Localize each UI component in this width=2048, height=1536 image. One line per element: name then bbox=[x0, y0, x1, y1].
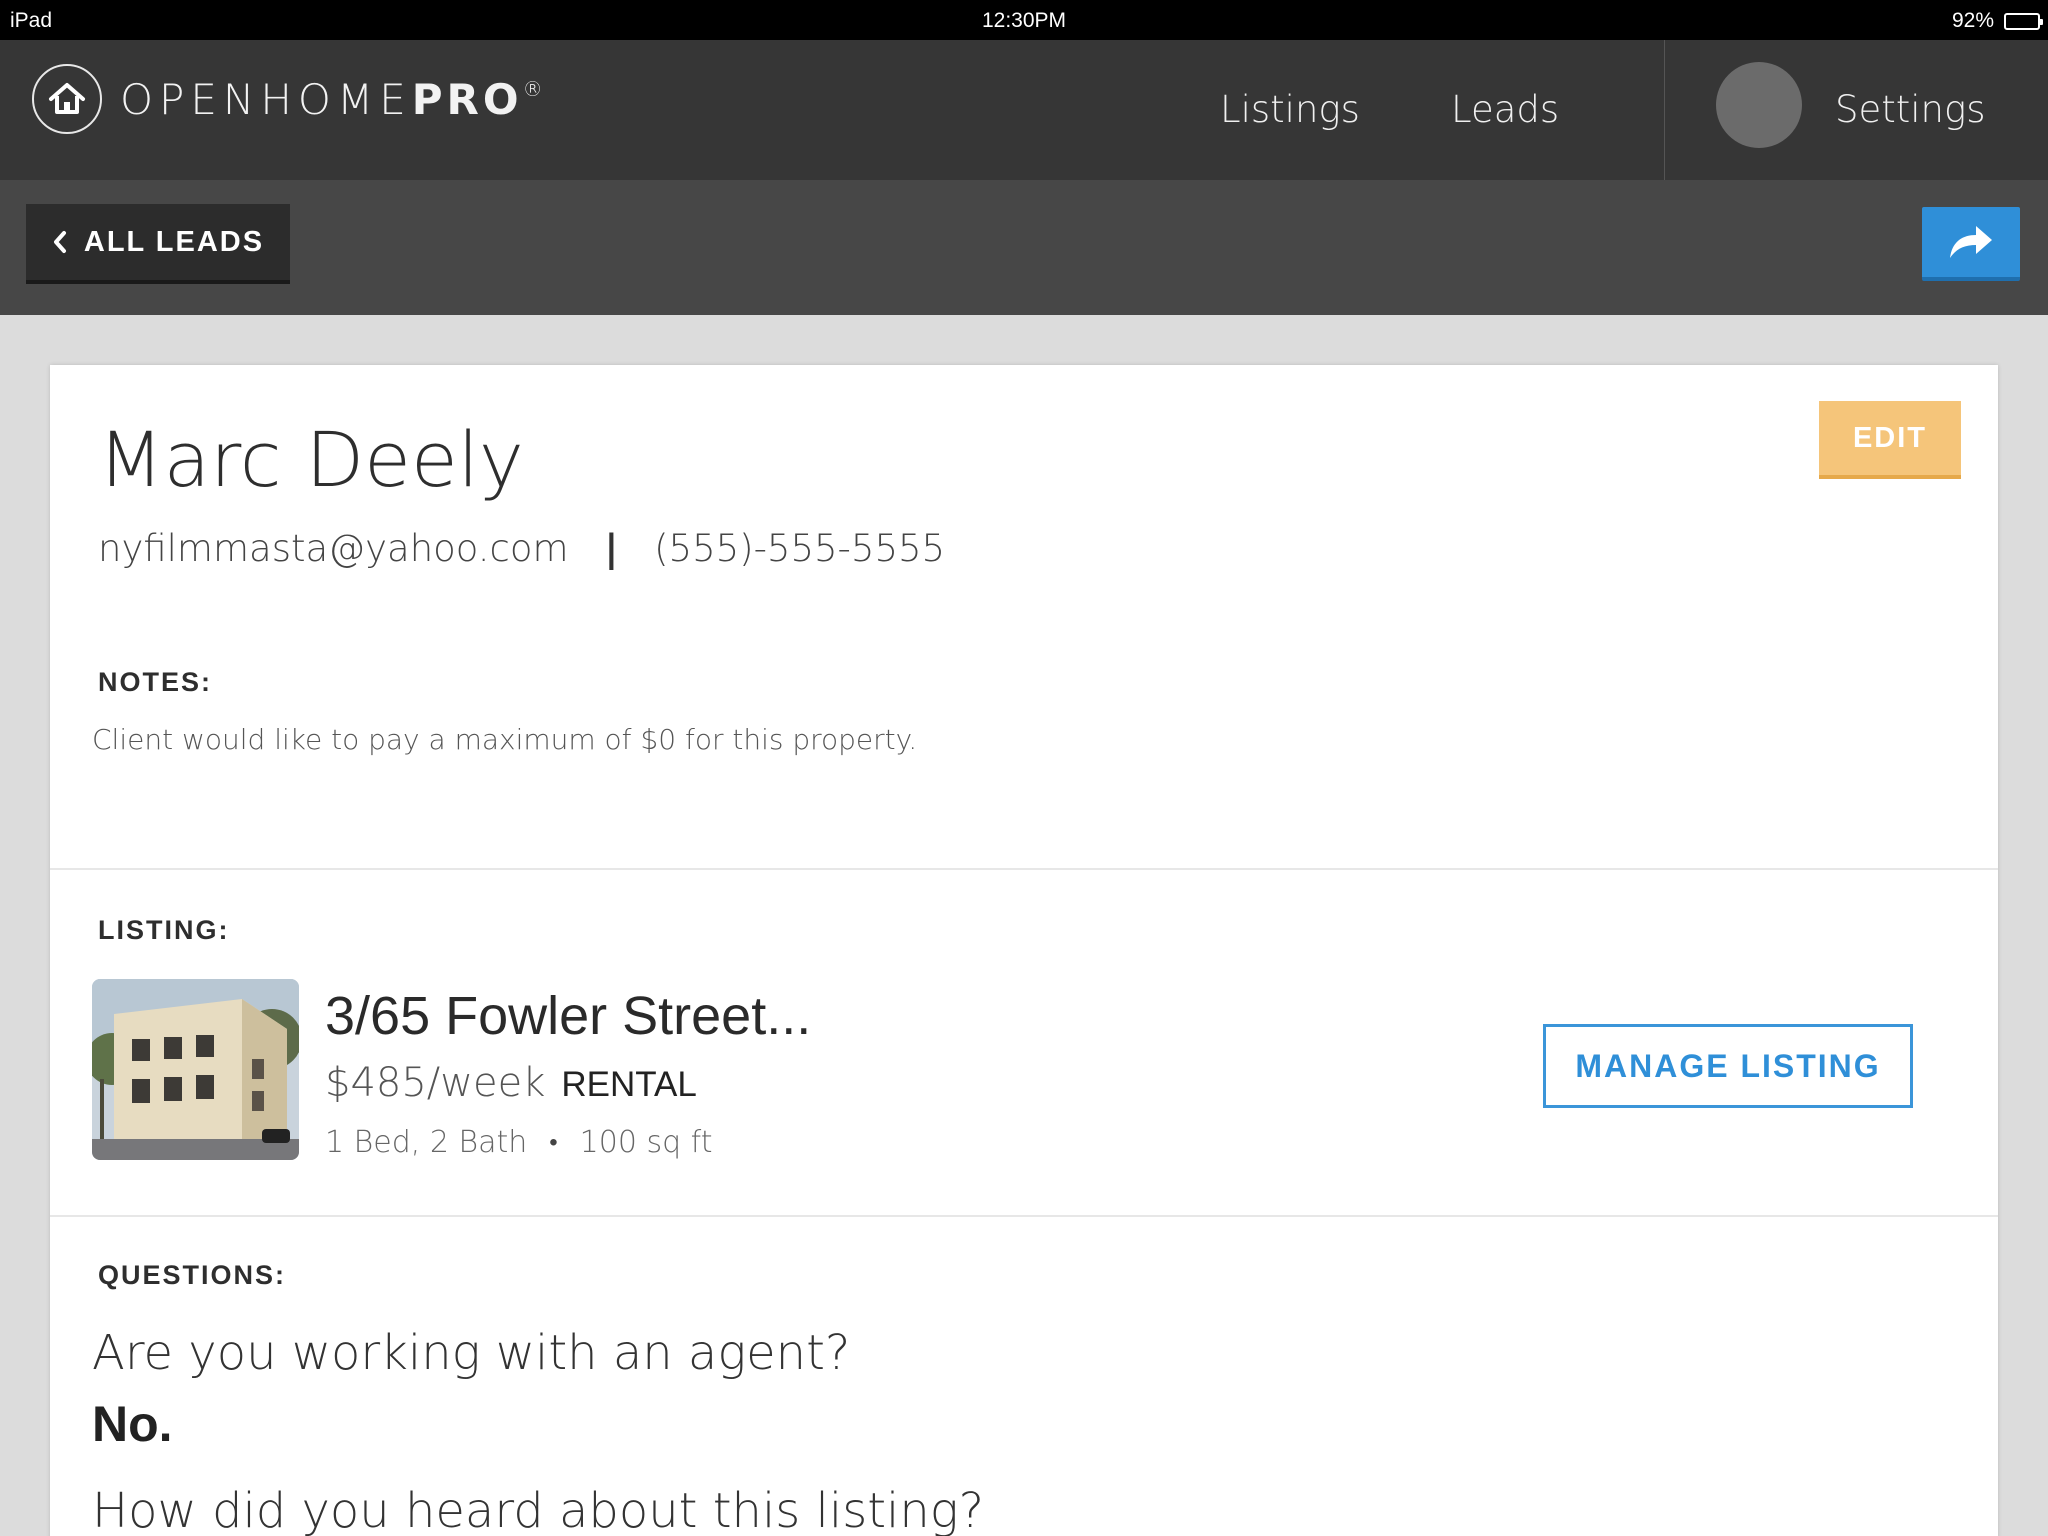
share-arrow-icon bbox=[1950, 226, 1992, 258]
listing-specs: 1 Bed, 2 Bath • 100 sq ft bbox=[325, 1125, 712, 1160]
top-nav-bar: OPENHOMEPRO® Listings Leads Settings bbox=[0, 40, 2048, 180]
edit-button[interactable]: EDIT bbox=[1819, 401, 1961, 479]
notes-text: Client would like to pay a maximum of $0… bbox=[92, 723, 918, 756]
contact-separator: | bbox=[604, 527, 619, 570]
status-bar: iPad 12:30PM 92% bbox=[0, 0, 2048, 40]
chevron-left-icon bbox=[53, 231, 66, 253]
nav-leads[interactable]: Leads bbox=[1451, 88, 1559, 131]
lead-email[interactable]: nyfilmmasta@yahoo.com bbox=[98, 527, 569, 570]
building-photo bbox=[92, 979, 299, 1160]
section-divider bbox=[50, 868, 1998, 870]
all-leads-button[interactable]: ALL LEADS bbox=[26, 204, 290, 284]
logo-text-bold: PRO bbox=[411, 74, 523, 124]
lead-phone[interactable]: (555)-555-5555 bbox=[654, 527, 945, 570]
listing-area: 100 sq ft bbox=[579, 1125, 713, 1160]
battery-indicator: 92% bbox=[1951, 9, 2043, 33]
screen: iPad 12:30PM 92% OPENHOMEPRO® Listings L… bbox=[0, 0, 2048, 1536]
manage-listing-button[interactable]: MANAGE LISTING bbox=[1543, 1024, 1913, 1108]
house-icon bbox=[32, 64, 102, 134]
listing-address[interactable]: 3/65 Fowler Street... bbox=[325, 985, 811, 1047]
app-logo[interactable]: OPENHOMEPRO® bbox=[32, 64, 543, 134]
avatar[interactable] bbox=[1716, 62, 1802, 148]
nav-listings[interactable]: Listings bbox=[1220, 88, 1360, 131]
notes-heading: NOTES: bbox=[98, 667, 213, 697]
logo-wordmark: OPENHOMEPRO® bbox=[120, 75, 543, 124]
listing-heading: LISTING: bbox=[98, 915, 230, 945]
listing-price: $485/week bbox=[325, 1060, 546, 1106]
section-divider bbox=[50, 1215, 1998, 1217]
all-leads-label: ALL LEADS bbox=[83, 225, 265, 258]
listing-photo[interactable] bbox=[92, 979, 299, 1160]
listing-beds-baths: 1 Bed, 2 Bath bbox=[325, 1125, 528, 1160]
question-text: How did you heard about this listing? bbox=[92, 1483, 985, 1536]
battery-icon bbox=[2004, 12, 2043, 30]
question-text: Are you working with an agent? bbox=[92, 1325, 851, 1381]
lead-name: Marc Deely bbox=[98, 415, 524, 504]
questions-heading: QUESTIONS: bbox=[98, 1260, 287, 1290]
nav-divider bbox=[1664, 40, 1665, 180]
nav-settings[interactable]: Settings bbox=[1835, 88, 1985, 131]
listing-type-badge: RENTAL bbox=[561, 1065, 697, 1104]
listing-price-row: $485/week RENTAL bbox=[325, 1060, 697, 1106]
lead-detail-card: Marc Deely EDIT nyfilmmasta@yahoo.com | … bbox=[50, 365, 1998, 1536]
sub-toolbar: ALL LEADS bbox=[0, 180, 2048, 315]
share-button[interactable] bbox=[1922, 207, 2020, 281]
answer-text: No. bbox=[92, 1396, 173, 1452]
battery-percent: 92% bbox=[1951, 9, 1994, 32]
clock: 12:30PM bbox=[981, 9, 1067, 32]
logo-text-light: OPENHOME bbox=[120, 74, 412, 124]
contact-info: nyfilmmasta@yahoo.com | (555)-555-5555 bbox=[98, 527, 945, 570]
registered-mark: ® bbox=[522, 76, 543, 101]
bullet-separator: • bbox=[549, 1128, 558, 1156]
